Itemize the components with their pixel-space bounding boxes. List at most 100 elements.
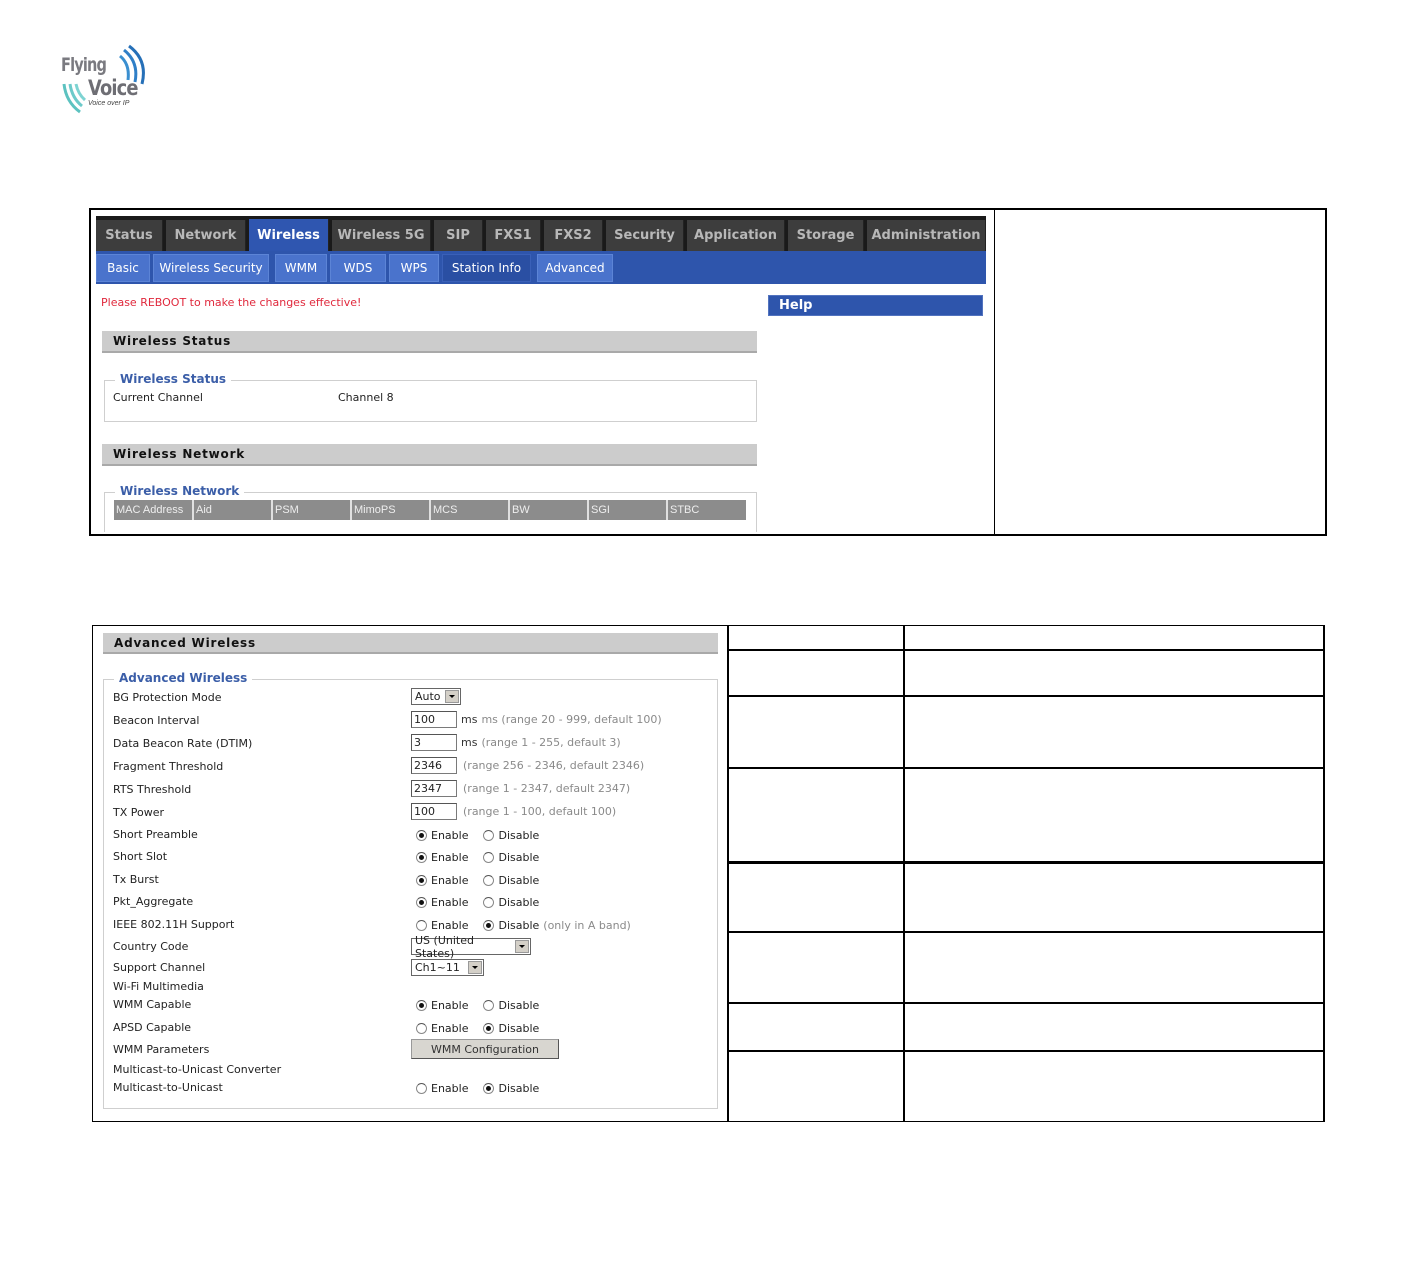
col-sgi: SGI [589, 500, 668, 520]
ieee-80211h-enable-radio[interactable]: Enable [416, 919, 468, 932]
subtab-basic[interactable]: Basic [96, 254, 150, 282]
chevron-down-icon [445, 690, 459, 703]
advanced-wireless-screenshot: Advanced Wireless Advanced Wireless BG P… [96, 628, 724, 1118]
tab-administration[interactable]: Administration [867, 220, 986, 251]
radio-icon [416, 830, 427, 841]
radio-icon [483, 920, 495, 931]
reboot-notice: Please REBOOT to make the changes effect… [101, 296, 362, 309]
table-divider [994, 210, 995, 534]
apsd-capable-disable-radio[interactable]: Disable [483, 1022, 539, 1035]
wmm-parameters-label: WMM Parameters [113, 1043, 210, 1056]
radio-label: Enable [431, 919, 469, 932]
pkt-aggregate-enable-radio[interactable]: Enable [416, 896, 468, 909]
m2u-enable-radio[interactable]: Enable [416, 1082, 468, 1095]
wireless-status-fieldset: Wireless Status Current Channel Channel … [104, 372, 757, 422]
subtab-wds[interactable]: WDS [330, 254, 386, 282]
radio-icon [483, 1083, 495, 1094]
chevron-down-icon [515, 940, 529, 953]
subtab-advanced[interactable]: Advanced [537, 254, 613, 282]
bg-protection-value: Auto [415, 690, 441, 703]
radio-icon [416, 920, 427, 931]
bg-protection-select[interactable]: Auto [411, 688, 461, 705]
tab-network[interactable]: Network [166, 220, 246, 251]
radio-label: Enable [431, 1082, 469, 1095]
flying-voice-logo: Flying Voice Voice over IP [58, 44, 148, 116]
wireless-status-section-title: Wireless Status [102, 331, 757, 353]
col-mimops: MimoPS [352, 500, 431, 520]
wmm-capable-enable-radio[interactable]: Enable [416, 999, 468, 1012]
station-info-screenshot: Status Network Wireless Wireless 5G SIP … [96, 216, 986, 532]
apsd-capable-label: APSD Capable [113, 1021, 192, 1034]
radio-label: Enable [431, 874, 469, 887]
ieee-80211h-hint: (only in A band) [543, 919, 631, 932]
table-line [727, 649, 1325, 651]
radio-label: Enable [431, 851, 469, 864]
rts-threshold-input[interactable]: 2347 [411, 780, 457, 797]
radio-icon [416, 875, 427, 886]
m2u-disable-radio[interactable]: Disable [483, 1082, 539, 1095]
radio-label: Enable [431, 1022, 469, 1035]
radio-label: Disable [498, 851, 540, 864]
tab-wireless[interactable]: Wireless [249, 219, 329, 252]
radio-label: Disable [498, 919, 540, 932]
wmm-capable-disable-radio[interactable]: Disable [483, 999, 539, 1012]
table-line [727, 1002, 1325, 1004]
tab-application[interactable]: Application [687, 220, 785, 251]
radio-icon [416, 852, 427, 863]
tab-security[interactable]: Security [606, 220, 684, 251]
dtim-hint: (range 1 - 255, default 3) [481, 736, 621, 749]
radio-icon [483, 1023, 495, 1034]
country-code-label: Country Code [113, 940, 189, 953]
tx-power-input[interactable]: 100 [411, 803, 457, 820]
support-channel-select[interactable]: Ch1~11 [411, 959, 484, 976]
fragment-threshold-input[interactable]: 2346 [411, 757, 457, 774]
table-line [727, 695, 1325, 697]
tab-sip[interactable]: SIP [434, 220, 483, 251]
dtim-unit: ms [461, 736, 478, 749]
tx-burst-disable-radio[interactable]: Disable [483, 874, 539, 887]
tab-fxs1[interactable]: FXS1 [486, 220, 541, 251]
logo-tagline: Voice over IP [88, 100, 130, 107]
subtab-station-info[interactable]: Station Info [442, 254, 531, 282]
beacon-interval-unit: ms [461, 713, 478, 726]
short-preamble-disable-radio[interactable]: Disable [483, 829, 539, 842]
col-bw: BW [510, 500, 589, 520]
radio-icon [416, 1083, 427, 1094]
logo-word-flying: Flying [61, 54, 107, 76]
rts-threshold-label: RTS Threshold [113, 783, 192, 796]
radio-icon [483, 1000, 495, 1011]
fragment-threshold-hint: (range 256 - 2346, default 2346) [463, 759, 645, 772]
pkt-aggregate-disable-radio[interactable]: Disable [483, 896, 539, 909]
beacon-interval-input[interactable]: 100 [411, 711, 457, 728]
current-channel-value: Channel 8 [338, 391, 394, 404]
help-header: Help [768, 295, 983, 316]
tab-storage[interactable]: Storage [788, 220, 864, 251]
tab-wireless-5g[interactable]: Wireless 5G [332, 220, 431, 251]
beacon-interval-label: Beacon Interval [113, 714, 200, 727]
advanced-wireless-legend: Advanced Wireless [114, 671, 253, 685]
subtab-wmm[interactable]: WMM [275, 254, 327, 282]
tab-fxs2[interactable]: FXS2 [544, 220, 603, 251]
short-slot-enable-radio[interactable]: Enable [416, 851, 468, 864]
radio-icon [416, 1023, 427, 1034]
main-nav: Status Network Wireless Wireless 5G SIP … [96, 216, 986, 252]
short-preamble-enable-radio[interactable]: Enable [416, 829, 468, 842]
tx-burst-enable-radio[interactable]: Enable [416, 874, 468, 887]
radio-icon [483, 852, 495, 863]
wireless-status-legend: Wireless Status [115, 372, 232, 386]
ieee-80211h-disable-radio[interactable]: Disable [483, 919, 539, 932]
country-code-select[interactable]: US (United States) [411, 934, 531, 960]
dtim-input[interactable]: 3 [411, 734, 457, 751]
table-line [727, 767, 1325, 769]
col-mac-address: MAC Address [114, 500, 194, 520]
wmm-configuration-button[interactable]: WMM Configuration [411, 1039, 559, 1059]
apsd-capable-enable-radio[interactable]: Enable [416, 1022, 468, 1035]
wifi-multimedia-label: Wi-Fi Multimedia [113, 980, 204, 993]
table-line [727, 1050, 1325, 1052]
country-code-value: US (United States) [415, 933, 474, 960]
short-slot-disable-radio[interactable]: Disable [483, 851, 539, 864]
tab-status[interactable]: Status [96, 220, 163, 251]
beacon-interval-hint: ms (range 20 - 999, default 100) [481, 713, 662, 726]
subtab-wps[interactable]: WPS [389, 254, 439, 282]
subtab-wireless-security[interactable]: Wireless Security [153, 254, 269, 282]
